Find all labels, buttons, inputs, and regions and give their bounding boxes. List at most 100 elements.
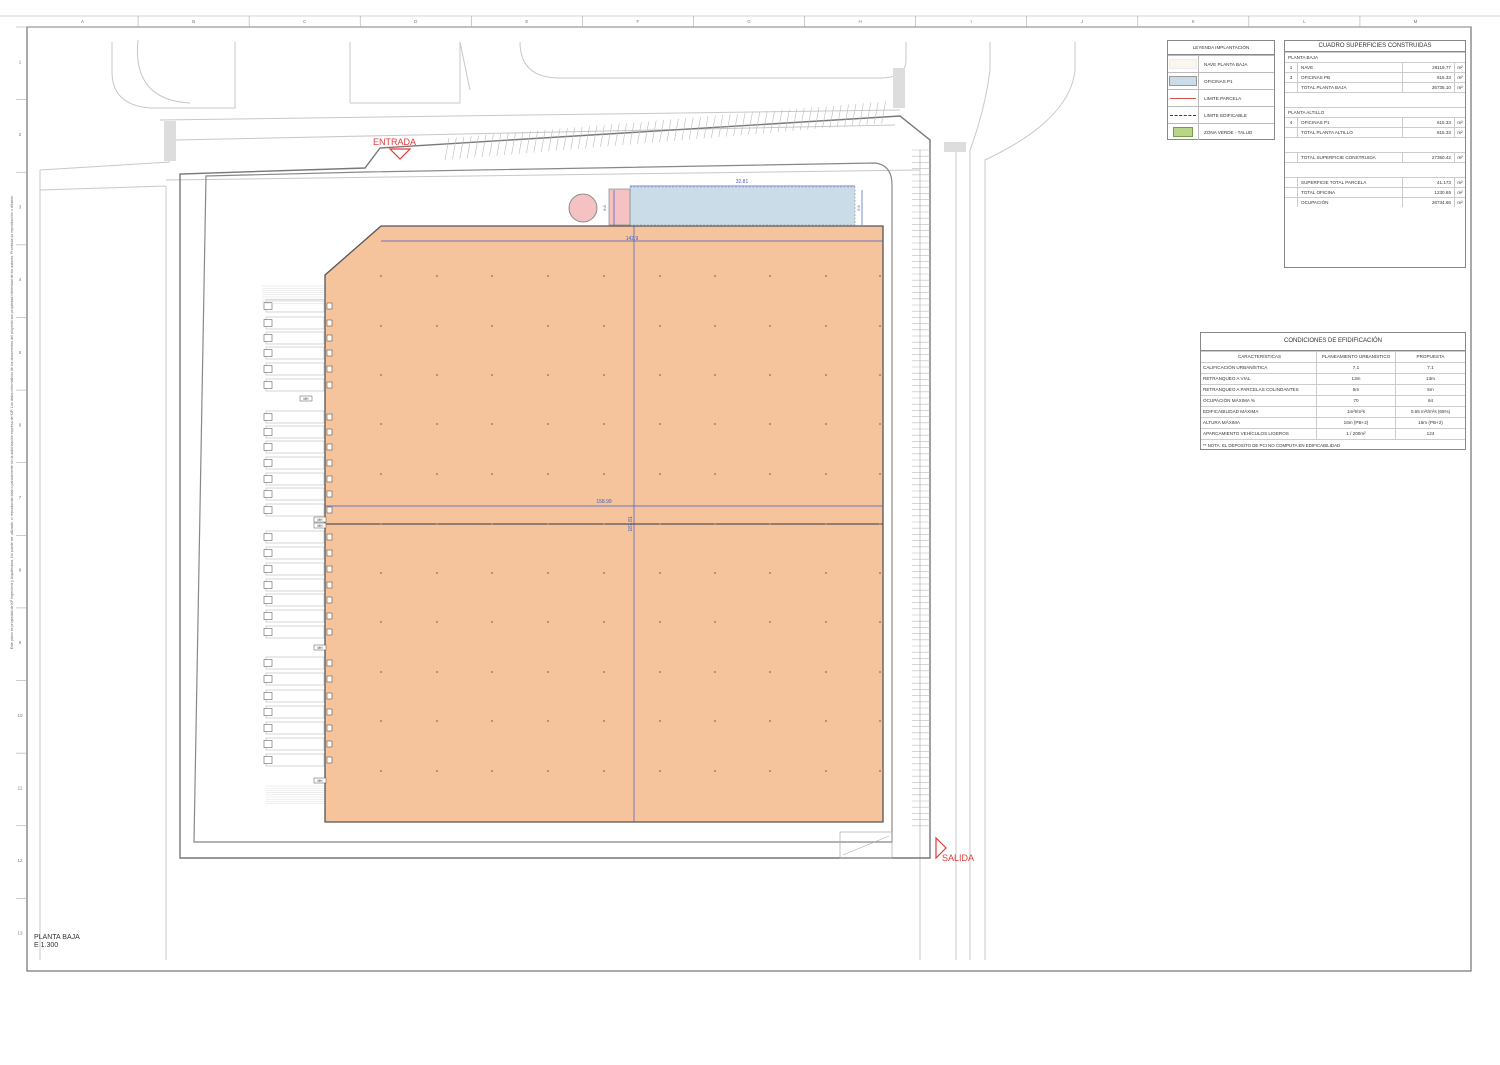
surfaces-cell: 26735.10 <box>1403 83 1455 92</box>
parking-stripe <box>770 110 775 133</box>
column-marker <box>659 325 661 327</box>
dock-door <box>326 475 333 483</box>
legend-item-label: NAVE PLANTA BAJA <box>1204 61 1248 67</box>
dock-tag: MH <box>318 779 324 783</box>
column-marker <box>659 423 661 425</box>
surfaces-cell: 27350.42 <box>1403 153 1455 162</box>
column-marker <box>603 770 605 772</box>
dock-tag: MH <box>318 646 324 650</box>
surfaces-row <box>1285 137 1465 152</box>
conditions-cell: 64 <box>1427 398 1434 403</box>
conditions-cell: APARCAMIENTO VEHÍCULOS LIGEROS <box>1201 429 1317 439</box>
dock-door <box>326 506 333 514</box>
plan-title-scale: E 1.300 <box>34 942 59 949</box>
column-marker <box>714 275 716 277</box>
surfaces-row <box>1285 162 1465 177</box>
parking-stripe <box>762 111 768 134</box>
grid-column-label: L <box>1303 19 1306 24</box>
conditions-cell: ALTURA MÁXIMA <box>1201 418 1317 428</box>
parking-stripe <box>859 103 864 126</box>
grid-column-label: I <box>971 19 972 24</box>
parking-stripe <box>570 127 576 150</box>
column-marker <box>491 720 493 722</box>
column-marker <box>879 671 881 673</box>
grid-row-label: 6 <box>19 422 22 427</box>
parking-stripe <box>622 123 627 146</box>
grid-row-label: 13 <box>17 931 23 936</box>
surfaces-row: TOTAL SUPERFICIE CONSTRUIDA 27350.42 m² <box>1285 152 1465 162</box>
dock-bay <box>265 737 325 751</box>
column-marker <box>491 374 493 376</box>
column-marker <box>603 423 605 425</box>
column-marker <box>879 523 881 525</box>
surfaces-cell: m² <box>1457 65 1463 70</box>
column-marker <box>603 374 605 376</box>
surfaces-title: CUADRO SUPERFICIES CONSTRUIDAS <box>1285 41 1465 52</box>
column-marker <box>603 621 605 623</box>
grid-column-label: M <box>1414 19 1418 24</box>
surfaces-row: TOTAL OFICINA 1230.65 m² <box>1285 187 1465 197</box>
conditions-header: CARACTERÍSTICAS <box>1201 352 1317 362</box>
column-marker <box>380 275 382 277</box>
conditions-cell: 1 / 200m² <box>1317 429 1396 439</box>
conditions-note: ** NOTA: EL DEPOSITO DE PCI NO COMPUTA E… <box>1201 439 1465 451</box>
surfaces-cell: 41.173 <box>1403 178 1455 187</box>
legend-item: LIMITE EDIFICABLE <box>1168 106 1274 123</box>
surfaces-cell: m² <box>1457 180 1463 185</box>
column-marker <box>659 621 661 623</box>
conditions-cell: 5m <box>1317 385 1396 395</box>
dock-door <box>326 628 333 636</box>
copyright-note: Este plano es propiedad de KP Ingeniería… <box>10 194 14 650</box>
column-marker <box>769 523 771 525</box>
column-marker <box>603 325 605 327</box>
conditions-row: RETRANQUEO A PARCELAS COLINDANTES 5m 5m <box>1201 384 1465 395</box>
column-marker <box>714 621 716 623</box>
surfaces-row: 1 NAVE 26119.77 m² <box>1285 62 1465 72</box>
conditions-cell: EDIFICABILIDAD MÁXIMA <box>1201 407 1317 417</box>
legend-title: LEYENDA IMPLANTACIÓN <box>1168 41 1274 55</box>
parking-stripe <box>540 129 546 152</box>
column-marker <box>879 473 881 475</box>
dock-bay <box>265 562 325 576</box>
dock-leveler <box>263 475 273 483</box>
dock-leveler <box>263 506 273 514</box>
dock-door <box>326 365 333 373</box>
column-marker <box>659 473 661 475</box>
site-plan: ABCDEFGHIJKLM 12345678910111213 MHMHMHMH… <box>0 15 1500 972</box>
conditions-cell: 124 <box>1426 431 1435 436</box>
column-marker <box>659 770 661 772</box>
surfaces-row: TOTAL PLANTA BAJA 26735.10 m² <box>1285 82 1465 92</box>
column-marker <box>491 770 493 772</box>
dock-door <box>326 756 333 764</box>
conditions-row: RETRANQUEO A VIAL 13m 13m <box>1201 373 1465 384</box>
conditions-cell: 16m (PB+2) <box>1317 418 1396 428</box>
column-marker <box>769 572 771 574</box>
dock-bay <box>265 331 325 345</box>
surfaces-cell: m² <box>1457 75 1463 80</box>
dock-bay <box>265 721 325 735</box>
column-marker <box>436 671 438 673</box>
parking-stripe <box>600 124 605 148</box>
entrada-label: ENTRADA <box>373 137 416 147</box>
dock-bay <box>265 410 325 424</box>
dock-door <box>326 724 333 732</box>
dock-leveler <box>263 549 273 557</box>
grid-column-labels: A B C D E F G H I J K L M <box>81 16 1418 27</box>
legend-item-label: LIMITE EDIFICABLE <box>1204 112 1247 118</box>
legend-swatch <box>1168 90 1199 106</box>
column-marker <box>659 374 661 376</box>
column-marker <box>714 572 716 574</box>
dock-door <box>326 596 333 604</box>
surfaces-table: CUADRO SUPERFICIES CONSTRUIDAS PLANTA BA… <box>1284 40 1466 268</box>
dock-leveler <box>263 381 273 389</box>
parking-stripe <box>459 136 465 159</box>
column-marker <box>825 374 827 376</box>
grid-column-label: H <box>858 19 861 24</box>
fire-water-tank <box>568 193 598 223</box>
column-marker <box>603 671 605 673</box>
dock-tag: MH <box>304 397 310 401</box>
column-marker <box>714 325 716 327</box>
column-marker <box>491 671 493 673</box>
parking-stripe <box>814 106 820 130</box>
parking-stripe <box>836 105 842 128</box>
